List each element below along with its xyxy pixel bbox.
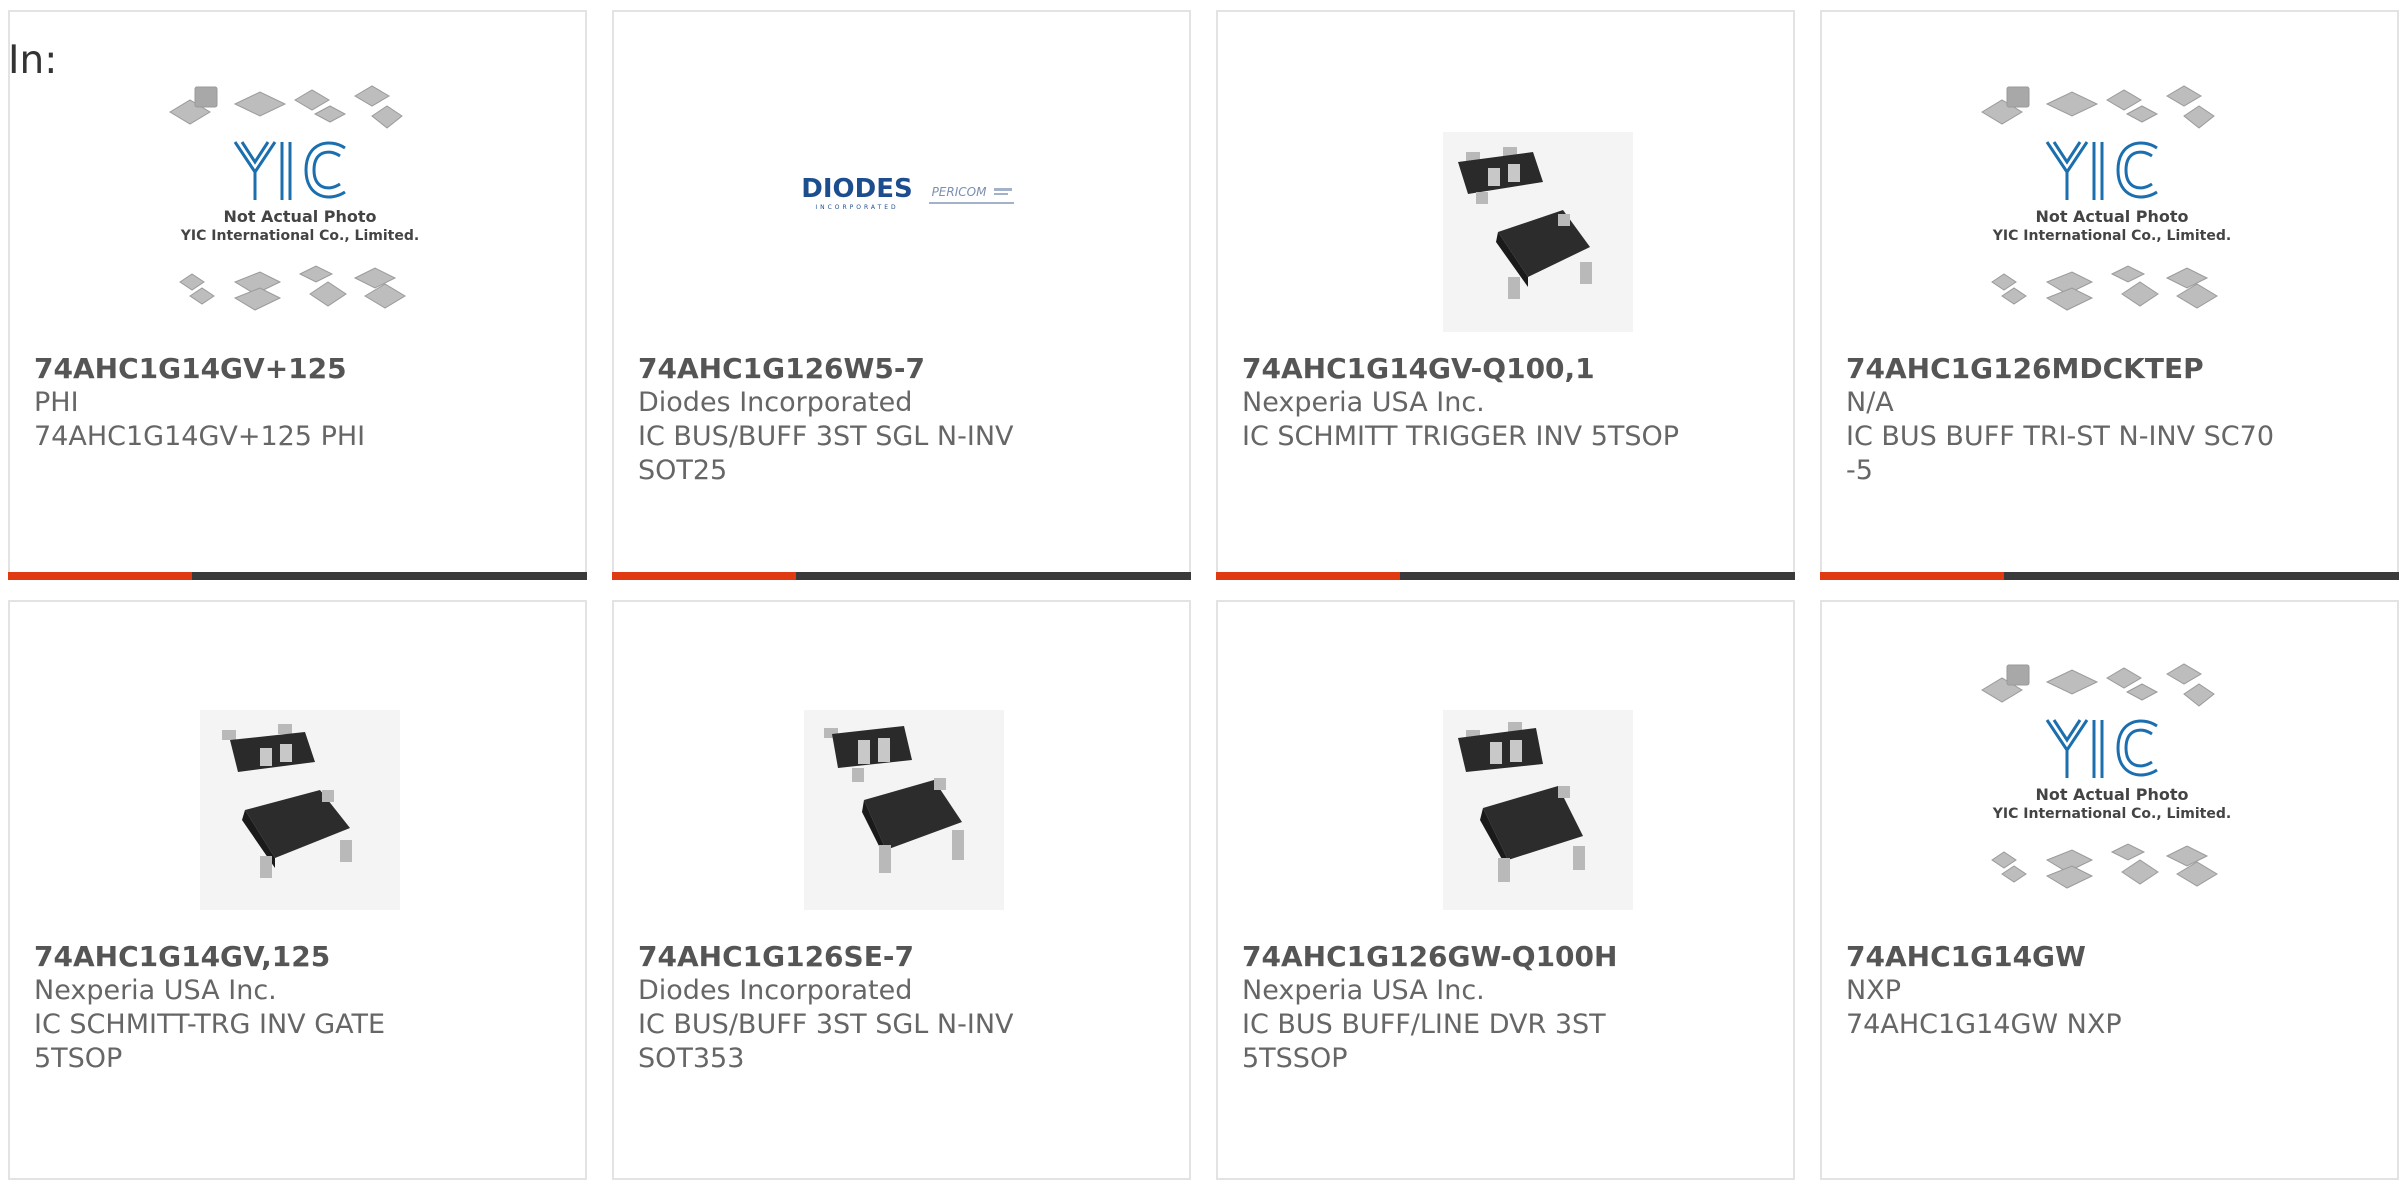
diodes-logo-image: DIODES INCORPORATED PERICOM	[801, 174, 1014, 211]
product-card[interactable]: Not Actual Photo YIC International Co., …	[1820, 10, 2399, 580]
product-info: 74AHC1G14GV,125 Nexperia USA Inc. IC SCH…	[34, 940, 554, 1076]
chip-image	[1443, 132, 1633, 332]
product-card[interactable]: Not Actual Photo YIC International Co., …	[1820, 600, 2399, 1180]
chip-package-icon	[150, 660, 450, 920]
description: IC BUS BUFF TRI-ST N-INV SC70-5	[1846, 421, 2275, 486]
part-number[interactable]: 74AHC1G14GV,125	[34, 940, 554, 974]
product-info: 74AHC1G14GV-Q100,1 Nexperia USA Inc. IC …	[1242, 352, 1762, 454]
product-grid: Not Actual Photo YIC International Co., …	[0, 0, 2400, 1180]
description: IC SCHMITT TRIGGER INV 5TSOP	[1242, 421, 1680, 452]
placeholder-line2: YIC International Co., Limited.	[1992, 806, 2231, 822]
placeholder-image: Not Actual Photo YIC International Co., …	[169, 85, 419, 311]
part-number[interactable]: 74AHC1G126SE-7	[638, 940, 1158, 974]
chip-package-icon	[754, 660, 1054, 920]
product-card[interactable]: 74AHC1G14GV-Q100,1 Nexperia USA Inc. IC …	[1216, 10, 1795, 580]
placeholder-line2: YIC International Co., Limited.	[180, 228, 419, 244]
manufacturer: N/A	[1846, 387, 1894, 418]
product-card[interactable]: 74AHC1G14GV,125 Nexperia USA Inc. IC SCH…	[8, 600, 587, 1180]
card-accent	[1216, 572, 1400, 580]
product-card[interactable]: DIODES INCORPORATED PERICOM 74AHC1G126W5…	[612, 10, 1191, 580]
chip-image	[1443, 710, 1633, 910]
part-number[interactable]: 74AHC1G14GV-Q100,1	[1242, 352, 1762, 386]
page-label: In:	[8, 38, 58, 83]
description: IC BUS BUFF/LINE DVR 3ST 5TSSOP	[1242, 1009, 1606, 1074]
description: IC BUS/BUFF 3ST SGL N-INV SOT353	[638, 1009, 1014, 1074]
manufacturer: NXP	[1846, 975, 1901, 1006]
part-number[interactable]: 74AHC1G126MDCKTEP	[1846, 352, 2366, 386]
placeholder-image: Not Actual Photo YIC International Co., …	[1981, 663, 2231, 889]
part-number[interactable]: 74AHC1G14GW	[1846, 940, 2366, 974]
description: IC BUS/BUFF 3ST SGL N-INV SOT25	[638, 421, 1014, 486]
chip-image	[200, 710, 400, 910]
card-footer-bar	[1216, 572, 1795, 580]
card-footer-bar	[8, 572, 587, 580]
product-card[interactable]: 74AHC1G126GW-Q100H Nexperia USA Inc. IC …	[1216, 600, 1795, 1180]
placeholder-photo-icon: Not Actual Photo YIC International Co., …	[150, 82, 450, 342]
manufacturer: Diodes Incorporated	[638, 975, 913, 1006]
manufacturer: PHI	[34, 387, 79, 418]
product-info: 74AHC1G126MDCKTEP N/A IC BUS BUFF TRI-ST…	[1846, 352, 2366, 488]
product-info: 74AHC1G126SE-7 Diodes Incorporated IC BU…	[638, 940, 1158, 1076]
product-info: 74AHC1G126GW-Q100H Nexperia USA Inc. IC …	[1242, 940, 1762, 1076]
pericom-brand: PERICOM	[932, 185, 988, 199]
placeholder-line2: YIC International Co., Limited.	[1992, 228, 2231, 244]
part-number[interactable]: 74AHC1G14GV+125	[34, 352, 554, 386]
manufacturer: Nexperia USA Inc.	[34, 975, 277, 1006]
chip-package-icon	[1358, 82, 1658, 342]
part-number[interactable]: 74AHC1G126W5-7	[638, 352, 1158, 386]
manufacturer: Diodes Incorporated	[638, 387, 913, 418]
description: IC SCHMITT-TRG INV GATE 5TSOP	[34, 1009, 386, 1074]
placeholder-line1: Not Actual Photo	[2035, 207, 2188, 226]
card-accent	[1820, 572, 2004, 580]
product-info: 74AHC1G14GW NXP 74AHC1G14GW NXP	[1846, 940, 2366, 1042]
placeholder-photo-icon: Not Actual Photo YIC International Co., …	[1962, 660, 2262, 920]
manufacturer: Nexperia USA Inc.	[1242, 975, 1485, 1006]
part-number[interactable]: 74AHC1G126GW-Q100H	[1242, 940, 1762, 974]
placeholder-photo-icon: Not Actual Photo YIC International Co., …	[1962, 82, 2262, 342]
manufacturer: Nexperia USA Inc.	[1242, 387, 1485, 418]
product-info: 74AHC1G126W5-7 Diodes Incorporated IC BU…	[638, 352, 1158, 488]
description: 74AHC1G14GV+125 PHI	[34, 421, 366, 452]
diodes-logo-icon: DIODES INCORPORATED PERICOM	[754, 82, 1054, 342]
diodes-brand: DIODES	[801, 174, 912, 204]
card-accent	[612, 572, 796, 580]
diodes-sub: INCORPORATED	[815, 204, 898, 211]
placeholder-image: Not Actual Photo YIC International Co., …	[1981, 85, 2231, 311]
description: 74AHC1G14GW NXP	[1846, 1009, 2122, 1040]
card-footer-bar	[612, 572, 1191, 580]
chip-package-icon	[1358, 660, 1658, 920]
product-card[interactable]: 74AHC1G126SE-7 Diodes Incorporated IC BU…	[612, 600, 1191, 1180]
card-footer-bar	[1820, 572, 2399, 580]
product-card[interactable]: Not Actual Photo YIC International Co., …	[8, 10, 587, 580]
product-info: 74AHC1G14GV+125 PHI 74AHC1G14GV+125 PHI	[34, 352, 554, 454]
placeholder-line1: Not Actual Photo	[223, 207, 376, 226]
card-accent	[8, 572, 192, 580]
chip-image	[804, 710, 1004, 910]
placeholder-line1: Not Actual Photo	[2035, 785, 2188, 804]
